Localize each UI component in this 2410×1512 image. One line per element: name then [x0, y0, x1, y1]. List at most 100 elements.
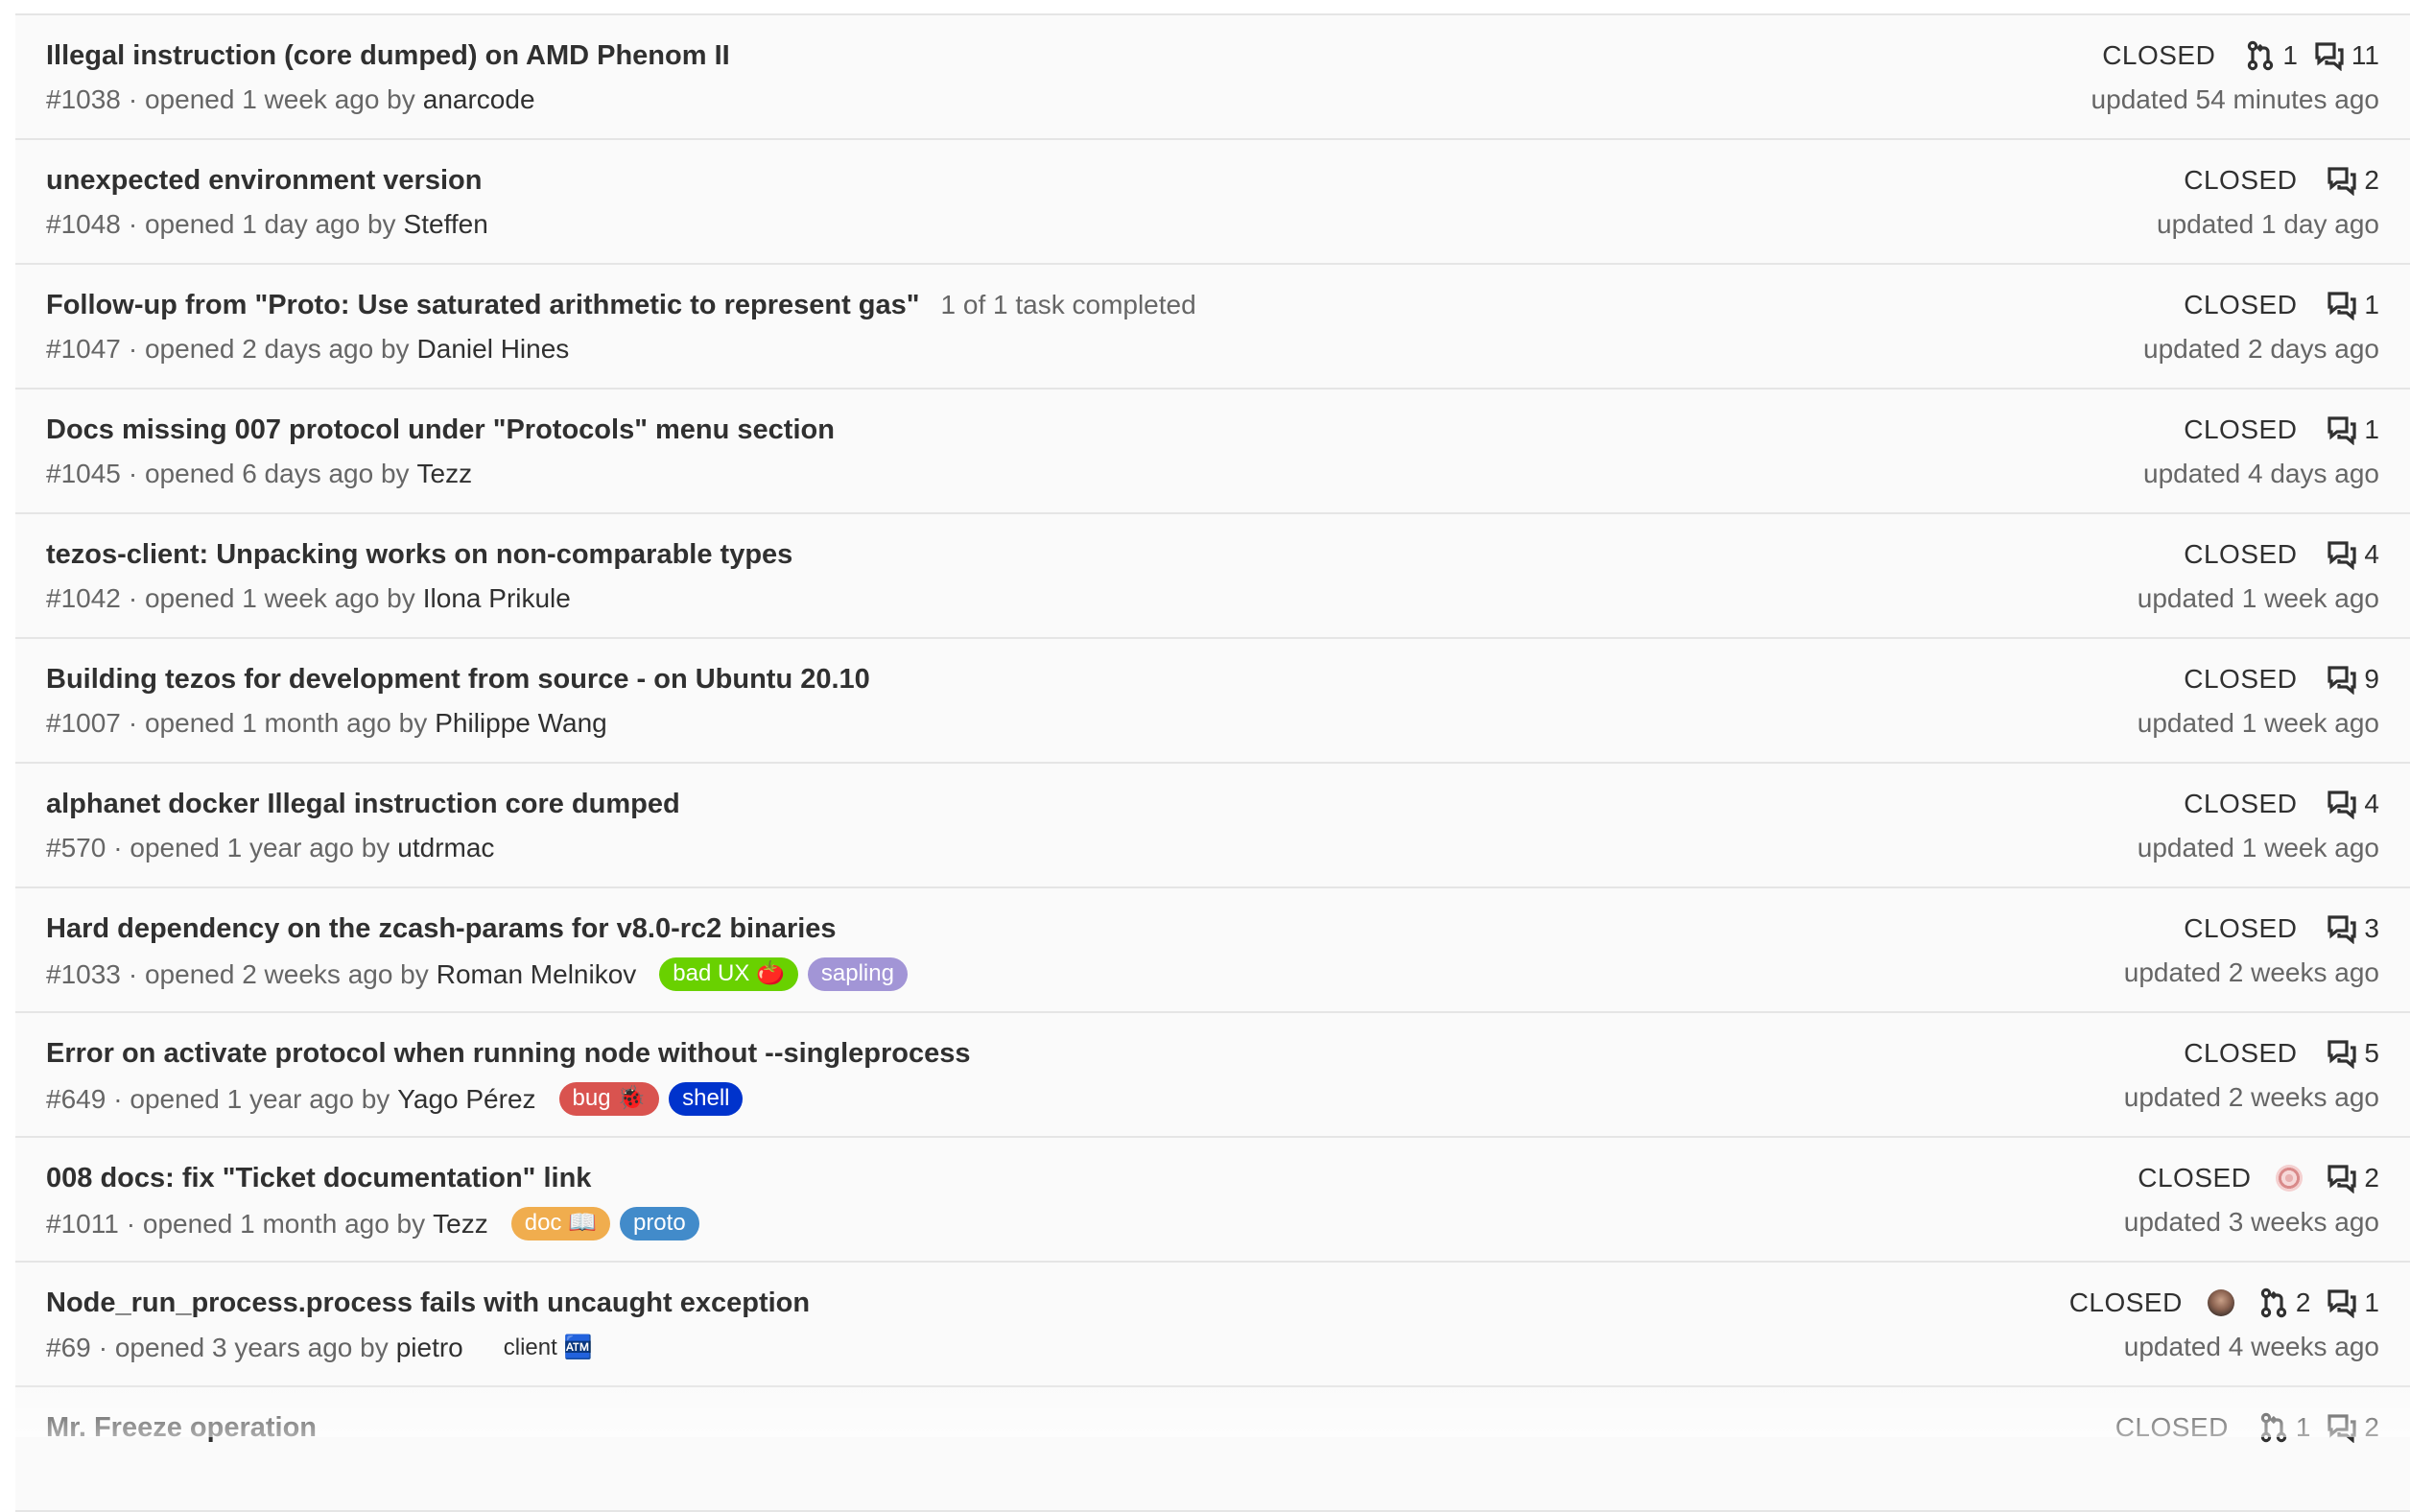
- issue-title-link[interactable]: 008 docs: fix "Ticket documentation" lin…: [46, 1163, 591, 1194]
- comments-count-value: 3: [2364, 913, 2379, 944]
- comments-count[interactable]: 11: [2313, 40, 2379, 71]
- issue-row[interactable]: Building tezos for development from sour…: [15, 639, 2410, 764]
- issue-title-link[interactable]: Error on activate protocol when running …: [46, 1038, 971, 1070]
- issue-row[interactable]: unexpected environment version #1048· ope…: [15, 140, 2410, 265]
- comments-count-value: 2: [2364, 165, 2379, 196]
- issue-title-link[interactable]: Illegal instruction (core dumped) on AMD…: [46, 40, 730, 72]
- comments-count-value: 5: [2364, 1038, 2379, 1069]
- comments-count[interactable]: 4: [2326, 539, 2379, 570]
- label-badge[interactable]: proto: [620, 1207, 699, 1240]
- author-link[interactable]: pietro: [396, 1333, 463, 1363]
- issue-meta: #1042· opened 1 week ago byIlona Prikule: [46, 583, 571, 614]
- status-badge: CLOSED: [2184, 789, 2297, 819]
- issue-title-line: unexpected environment version: [46, 165, 482, 197]
- merge-requests-count[interactable]: 1: [2244, 40, 2298, 71]
- issue-title-line: alphanet docker Illegal instruction core…: [46, 789, 680, 820]
- comments-count[interactable]: 2: [2326, 165, 2379, 196]
- issue-title-link[interactable]: Docs missing 007 protocol under "Protoco…: [46, 414, 835, 446]
- comments-count[interactable]: 2: [2326, 1163, 2379, 1193]
- issue-row[interactable]: Illegal instruction (core dumped) on AMD…: [15, 15, 2410, 140]
- author-link[interactable]: Daniel Hines: [417, 334, 570, 365]
- issue-row[interactable]: Mr. Freeze operation CLOSED 12: [15, 1387, 2410, 1512]
- comments-count-value: 1: [2364, 1288, 2379, 1318]
- issue-stats: CLOSED111: [2102, 40, 2379, 71]
- task-status: 1 of 1 task completed: [941, 290, 1196, 320]
- issue-row[interactable]: Follow-up from "Proto: Use saturated ari…: [15, 265, 2410, 390]
- issue-meta: #1038· opened 1 week ago byanarcode: [46, 84, 535, 115]
- issue-title-link[interactable]: Follow-up from "Proto: Use saturated ari…: [46, 290, 920, 321]
- issue-meta: #1011· opened 1 month ago byTezzdoc 📖pro…: [46, 1207, 709, 1240]
- updated-time: updated 1 week ago: [2138, 708, 2379, 739]
- author-link[interactable]: Steffen: [404, 209, 488, 240]
- author-link[interactable]: Yago Pérez: [397, 1084, 535, 1115]
- comments-count-value: 4: [2364, 539, 2379, 570]
- status-badge: CLOSED: [2184, 165, 2297, 196]
- status-badge: CLOSED: [2102, 40, 2215, 71]
- issue-title-line: Docs missing 007 protocol under "Protoco…: [46, 414, 835, 446]
- label-badge[interactable]: sapling: [808, 957, 908, 991]
- comments-icon: [2326, 1412, 2364, 1443]
- comments-count[interactable]: 4: [2326, 789, 2379, 819]
- updated-time: updated 1 day ago: [2157, 209, 2379, 240]
- updated-time: updated 1 week ago: [2138, 833, 2379, 863]
- comments-count[interactable]: 2: [2326, 1412, 2379, 1443]
- comments-icon: [2313, 40, 2351, 71]
- issue-title-link[interactable]: Building tezos for development from sour…: [46, 664, 870, 696]
- author-link[interactable]: Roman Melnikov: [437, 959, 637, 990]
- opened-text: · opened 1 year ago by: [113, 833, 390, 863]
- issue-row[interactable]: tezos-client: Unpacking works on non-com…: [15, 514, 2410, 639]
- author-link[interactable]: Tezz: [433, 1209, 488, 1240]
- issue-row[interactable]: Docs missing 007 protocol under "Protoco…: [15, 390, 2410, 514]
- author-link[interactable]: anarcode: [423, 84, 535, 115]
- updated-time: updated 2 days ago: [2143, 334, 2379, 365]
- issue-title-line: Hard dependency on the zcash-params for …: [46, 913, 837, 945]
- author-link[interactable]: utdrmac: [397, 833, 494, 863]
- assignee-avatar[interactable]: [2276, 1165, 2303, 1192]
- comments-count-value: 1: [2364, 414, 2379, 445]
- issue-reference: #649: [46, 1084, 106, 1115]
- issue-meta: #1045· opened 6 days ago byTezz: [46, 459, 472, 489]
- issue-row[interactable]: Node_run_process.process fails with unca…: [15, 1263, 2410, 1387]
- issue-title-link[interactable]: Node_run_process.process fails with unca…: [46, 1288, 810, 1319]
- comments-count[interactable]: 1: [2326, 1288, 2379, 1318]
- issue-row[interactable]: Error on activate protocol when running …: [15, 1013, 2410, 1138]
- comments-count[interactable]: 1: [2326, 290, 2379, 320]
- label-badge[interactable]: bug 🐞: [559, 1082, 660, 1116]
- opened-text: · opened 2 days ago by: [129, 334, 410, 365]
- merge-requests-count[interactable]: 1: [2257, 1412, 2311, 1443]
- issue-title-link[interactable]: tezos-client: Unpacking works on non-com…: [46, 539, 792, 571]
- comments-icon: [2326, 539, 2364, 570]
- issue-row[interactable]: 008 docs: fix "Ticket documentation" lin…: [15, 1138, 2410, 1263]
- issue-row[interactable]: alphanet docker Illegal instruction core…: [15, 764, 2410, 888]
- issue-title-line: tezos-client: Unpacking works on non-com…: [46, 539, 792, 571]
- issues-list: Illegal instruction (core dumped) on AMD…: [15, 13, 2410, 1512]
- author-link[interactable]: Ilona Prikule: [423, 583, 571, 614]
- status-badge: CLOSED: [2115, 1412, 2229, 1443]
- label-badge[interactable]: bad UX 🍅: [659, 957, 798, 991]
- opened-text: · opened 1 month ago by: [127, 1209, 425, 1240]
- label-badge[interactable]: shell: [669, 1082, 743, 1116]
- author-link[interactable]: Tezz: [417, 459, 473, 489]
- comments-count-value: 4: [2364, 789, 2379, 819]
- author-link[interactable]: Philippe Wang: [435, 708, 607, 739]
- comments-count[interactable]: 1: [2326, 414, 2379, 445]
- issue-title-link[interactable]: Hard dependency on the zcash-params for …: [46, 913, 837, 945]
- status-badge: CLOSED: [2184, 539, 2297, 570]
- label-badge[interactable]: doc 📖: [511, 1207, 610, 1240]
- comments-icon: [2326, 414, 2364, 445]
- issue-title-link[interactable]: unexpected environment version: [46, 165, 482, 197]
- opened-text: · opened 1 week ago by: [129, 84, 415, 115]
- assignee-avatar[interactable]: [2208, 1289, 2234, 1316]
- issue-meta: #1048· opened 1 day ago bySteffen: [46, 209, 488, 240]
- issue-title-link[interactable]: Mr. Freeze operation: [46, 1412, 317, 1444]
- issue-meta: #1047· opened 2 days ago byDaniel Hines: [46, 334, 569, 365]
- label-badge[interactable]: client 🏧: [498, 1332, 599, 1364]
- comments-count[interactable]: 9: [2326, 664, 2379, 695]
- comments-icon: [2326, 789, 2364, 819]
- issue-title-link[interactable]: alphanet docker Illegal instruction core…: [46, 789, 680, 820]
- merge-requests-count[interactable]: 2: [2257, 1288, 2311, 1318]
- issue-reference: #1048: [46, 209, 121, 240]
- issue-row[interactable]: Hard dependency on the zcash-params for …: [15, 888, 2410, 1013]
- comments-count[interactable]: 5: [2326, 1038, 2379, 1069]
- comments-count[interactable]: 3: [2326, 913, 2379, 944]
